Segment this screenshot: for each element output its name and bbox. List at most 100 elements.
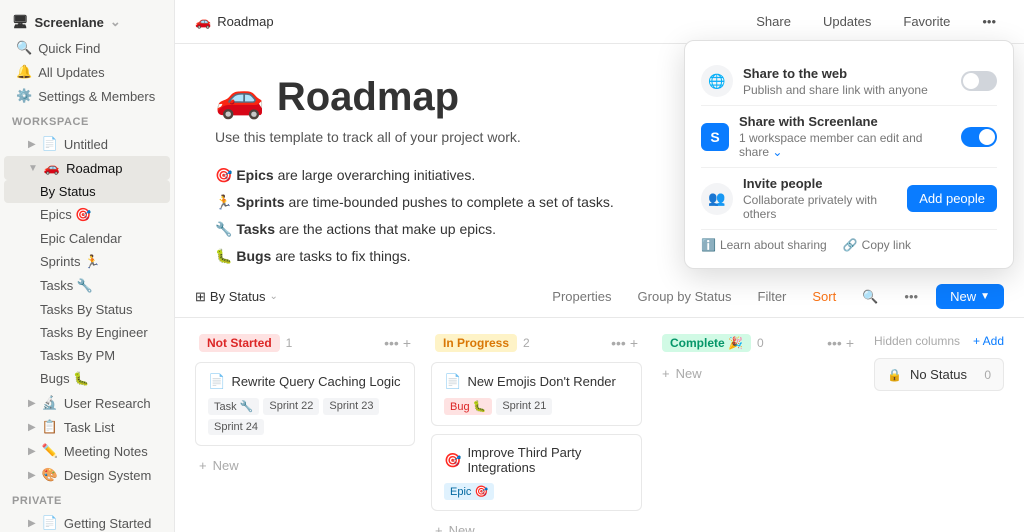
sidebar-item-tasks[interactable]: Tasks 🔧 [4, 274, 170, 298]
col-more-icon-c[interactable]: ••• [827, 335, 842, 351]
tag-sprint23: Sprint 23 [323, 398, 379, 415]
popup-screenlane-text: Share with Screenlane 1 workspace member… [739, 114, 951, 159]
search-icon-toolbar: 🔍 [862, 289, 878, 304]
sidebar-item-user-research[interactable]: ▶ 🔬 User Research [4, 391, 170, 415]
tag-task: Task 🔧 [208, 398, 259, 415]
new-button[interactable]: New ▼ [936, 284, 1004, 309]
popup-row-invite: 👥 Invite people Collaborate privately wi… [701, 168, 997, 230]
sidebar-item-all-updates[interactable]: 🔔 All Updates [4, 60, 170, 84]
no-status-count: 0 [984, 368, 991, 382]
topbar: 🚗 Roadmap Share Updates Favorite ••• [175, 0, 1024, 44]
card-improve-integrations[interactable]: 🎯 Improve Third Party Integrations Epic … [431, 434, 642, 511]
popup-web-title: Share to the web [743, 66, 951, 81]
sidebar-item-tasks-by-engineer[interactable]: Tasks By Engineer [4, 321, 170, 344]
group-by-button[interactable]: Group by Status [630, 285, 740, 308]
no-status-card: 🔒 No Status 0 [874, 358, 1004, 391]
chevron-down-icon: ▼ [28, 163, 38, 174]
more-options-button[interactable]: ••• [896, 285, 926, 308]
popup-invite-text: Invite people Collaborate privately with… [743, 176, 897, 221]
list-icon: 📋 [42, 419, 58, 435]
share-button[interactable]: Share [748, 10, 799, 33]
column-in-progress: In Progress 2 ••• + 📄 New Emojis Don't R… [431, 334, 642, 532]
col-add-icon[interactable]: + [403, 335, 411, 351]
search-icon: 🔍 [16, 40, 32, 56]
card-tags-integrations: Epic 🎯 [444, 483, 629, 500]
sort-button[interactable]: Sort [804, 285, 844, 308]
app-header[interactable]: 🖥 Screenlane ⌄ [0, 8, 174, 36]
bell-icon: 🔔 [16, 64, 32, 80]
workspace-section-label: WORKSPACE [0, 108, 174, 132]
favorite-button[interactable]: Favorite [895, 10, 958, 33]
view-toolbar: ⊞ By Status ⌄ Properties Group by Status… [175, 276, 1024, 318]
add-col-button[interactable]: + Add [973, 334, 1004, 348]
sidebar-label-getting-started: Getting Started [64, 516, 151, 531]
sidebar-label-user-research: User Research [64, 396, 151, 411]
tag-epic: Epic 🎯 [444, 483, 494, 500]
car-icon: 🚗 [44, 160, 60, 176]
globe-icon: 🌐 [701, 65, 733, 97]
col-more-icon[interactable]: ••• [384, 335, 399, 351]
col-count-in-progress: 2 [523, 336, 530, 350]
sidebar-label-tasks: Tasks 🔧 [40, 278, 93, 294]
sidebar-item-roadmap[interactable]: ▼ 🚗 Roadmap [4, 156, 170, 180]
sidebar-item-getting-started[interactable]: ▶ 📄 Getting Started [4, 511, 170, 532]
share-screenlane-toggle[interactable] [961, 127, 997, 147]
grid-icon: ⊞ [195, 289, 206, 305]
col-add-icon-ip[interactable]: + [630, 335, 638, 351]
card-title-emojis: 📄 New Emojis Don't Render [444, 373, 629, 390]
share-web-toggle[interactable] [961, 71, 997, 91]
chevron-right-icon-ur: ▶ [28, 398, 36, 409]
add-new-not-started[interactable]: + New [195, 454, 415, 477]
link-icon: 🔗 [843, 238, 858, 252]
sidebar-item-sprints[interactable]: Sprints 🏃 [4, 250, 170, 274]
add-people-button[interactable]: Add people [907, 185, 997, 212]
page-title-text: Roadmap [277, 75, 459, 120]
col-actions-not-started: ••• + [384, 335, 411, 351]
view-chevron: ⌄ [270, 291, 278, 302]
sidebar-item-tasks-by-status[interactable]: Tasks By Status [4, 298, 170, 321]
properties-button[interactable]: Properties [544, 285, 619, 308]
add-new-in-progress[interactable]: + New [431, 519, 642, 532]
screenlane-sub-link[interactable]: ⌄ [772, 145, 782, 159]
col-title-in-progress: In Progress [435, 334, 517, 352]
doc-icon: 📄 [42, 515, 58, 531]
tag-sprint22: Sprint 22 [263, 398, 319, 415]
sidebar-item-task-list[interactable]: ▶ 📋 Task List [4, 415, 170, 439]
filter-button[interactable]: Filter [750, 285, 795, 308]
sidebar-item-meeting-notes[interactable]: ▶ ✏️ Meeting Notes [4, 439, 170, 463]
sidebar-label-tasks-by-pm: Tasks By PM [40, 348, 115, 363]
card-tags-emojis: Bug 🐛 Sprint 21 [444, 398, 629, 415]
col-actions-complete: ••• + [827, 335, 854, 351]
sidebar-item-untitled[interactable]: ▶ 📄 Untitled [4, 132, 170, 156]
topbar-page-title: Roadmap [217, 14, 273, 29]
col-add-icon-c[interactable]: + [846, 335, 854, 351]
popup-invite-title: Invite people [743, 176, 897, 191]
sidebar-item-by-status[interactable]: By Status [4, 180, 170, 203]
learn-sharing-link[interactable]: ℹ️ Learn about sharing [701, 238, 827, 252]
screenlane-badge: S [701, 123, 729, 151]
card-rewrite-query[interactable]: 📄 Rewrite Query Caching Logic Task 🔧 Spr… [195, 362, 415, 446]
sidebar-item-tasks-by-pm[interactable]: Tasks By PM [4, 344, 170, 367]
updates-button[interactable]: Updates [815, 10, 879, 33]
more-button[interactable]: ••• [974, 10, 1004, 33]
sidebar-item-epic-calendar[interactable]: Epic Calendar [4, 227, 170, 250]
sidebar-item-design-system[interactable]: ▶ 🎨 Design System [4, 463, 170, 487]
search-button[interactable]: 🔍 🔍 [854, 285, 886, 309]
sidebar-label-quick-find: Quick Find [38, 41, 100, 56]
col-more-icon-ip[interactable]: ••• [611, 335, 626, 351]
sidebar-item-settings[interactable]: ⚙️ Settings & Members [4, 84, 170, 108]
sidebar-item-epics[interactable]: Epics 🎯 [4, 203, 170, 227]
page-title-icon: 🚗 [215, 74, 265, 121]
col-title-complete: Complete 🎉 [662, 334, 751, 352]
add-new-complete[interactable]: + New [658, 362, 858, 385]
people-icon: 👥 [701, 183, 733, 215]
sidebar-label-epics: Epics 🎯 [40, 207, 92, 223]
popup-screenlane-sub: 1 workspace member can edit and share ⌄ [739, 131, 951, 159]
sidebar-item-bugs[interactable]: Bugs 🐛 [4, 367, 170, 391]
sidebar-item-quick-find[interactable]: 🔍 Quick Find [4, 36, 170, 60]
copy-link-link[interactable]: 🔗 Copy link [843, 238, 911, 252]
sidebar-label-epic-calendar: Epic Calendar [40, 231, 122, 246]
card-new-emojis[interactable]: 📄 New Emojis Don't Render Bug 🐛 Sprint 2… [431, 362, 642, 426]
col-header-not-started: Not Started 1 ••• + [195, 334, 415, 352]
view-selector[interactable]: ⊞ By Status ⌄ [195, 289, 278, 305]
